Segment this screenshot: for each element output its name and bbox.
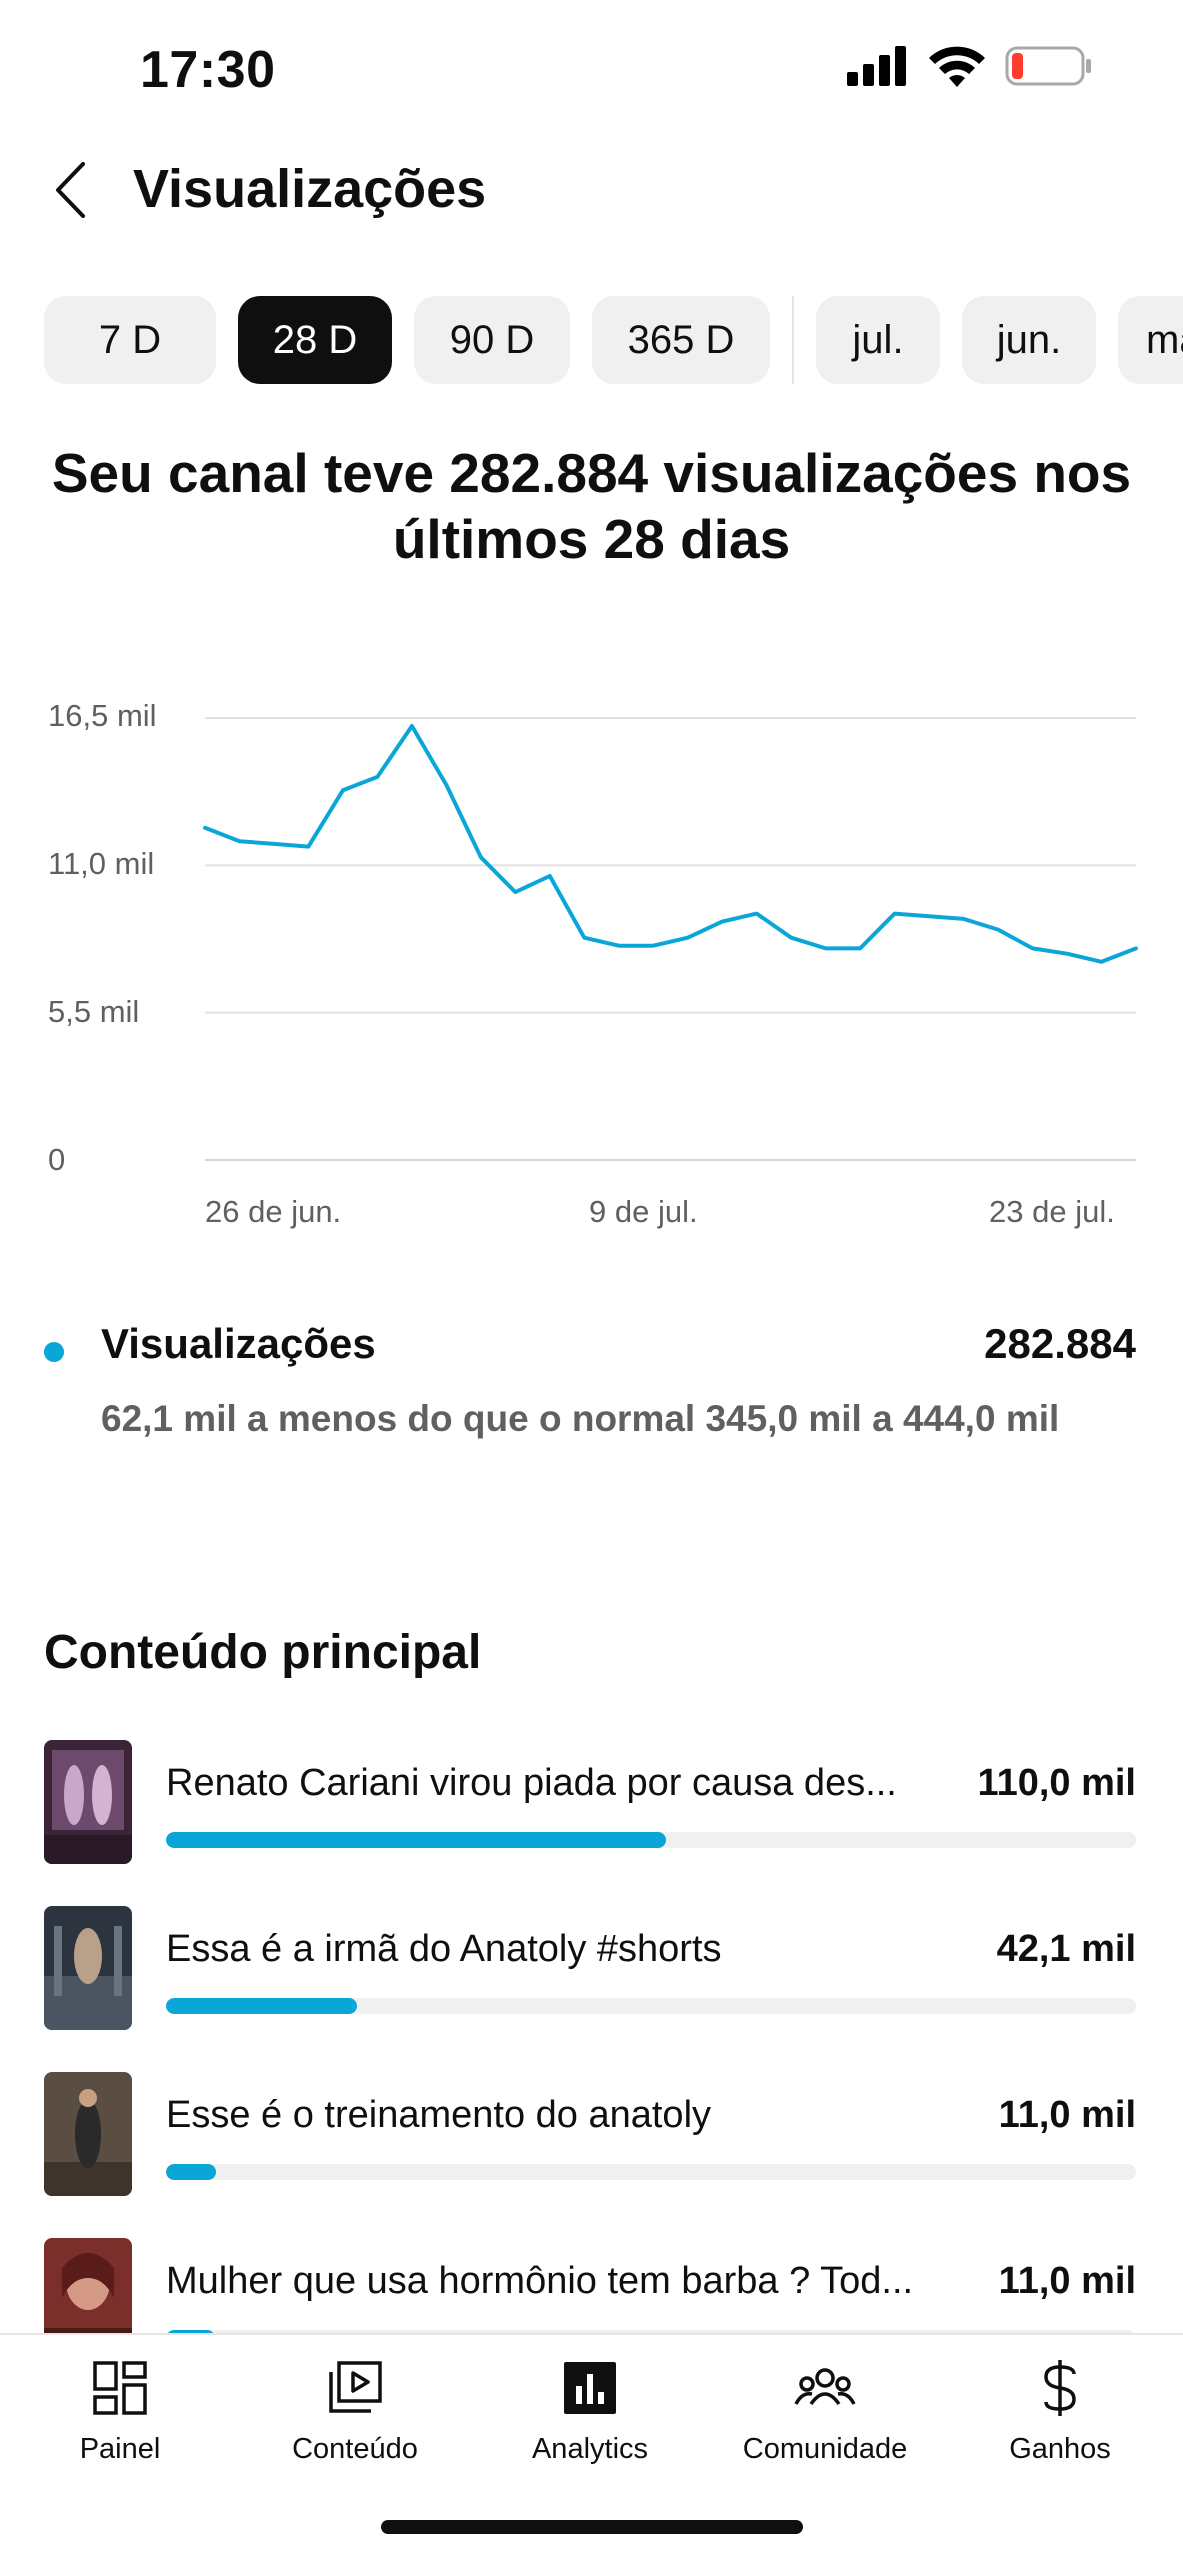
- back-button[interactable]: [40, 160, 100, 220]
- video-views: 11,0 mil: [998, 2260, 1136, 2302]
- nav-item-analytics[interactable]: Analytics: [472, 2353, 708, 2483]
- video-thumbnail: [44, 1906, 132, 2030]
- views-bar-fill: [166, 1832, 666, 1848]
- home-indicator: [381, 2520, 803, 2534]
- nav-label: Comunidade: [742, 2433, 908, 2465]
- header: Visualizações: [0, 140, 1183, 240]
- x-tick-label: 26 de jun.: [205, 1194, 342, 1229]
- views-bar-track: [166, 1832, 1136, 1848]
- cellular-signal-icon: [847, 46, 906, 86]
- content-icon: [327, 2353, 383, 2423]
- dashboard-icon: [92, 2353, 148, 2423]
- legend-series-name: Visualizações: [101, 1320, 376, 1367]
- video-title: Esse é o treinamento do anatoly: [166, 2094, 712, 2136]
- video-title: Essa é a irmã do Anatoly #shorts: [166, 1928, 722, 1970]
- views-bar-track: [166, 2164, 1136, 2180]
- chip-jul[interactable]: jul.: [816, 296, 940, 384]
- period-chips: 7 D 28 D 90 D 365 D jul. jun. mai: [44, 296, 1183, 384]
- chip-365d[interactable]: 365 D: [592, 296, 770, 384]
- nav-label: Analytics: [531, 2433, 649, 2465]
- list-item[interactable]: Esse é o treinamento do anatoly 11,0 mil: [44, 2072, 1136, 2196]
- video-title: Renato Cariani virou piada por causa des…: [166, 1762, 897, 1804]
- nav-label: Conteúdo: [292, 2433, 418, 2465]
- x-tick-label: 23 de jul.: [989, 1194, 1115, 1229]
- legend-comparison-note: 62,1 mil a menos do que o normal 345,0 m…: [101, 1398, 1060, 1439]
- views-bar-fill: [166, 2164, 217, 2180]
- chip-jun[interactable]: jun.: [962, 296, 1096, 384]
- chip-divider: [792, 296, 794, 384]
- status-icons: [847, 45, 1093, 87]
- series-line-views: [203, 724, 1138, 964]
- legend-dot: [44, 1342, 64, 1362]
- chart-canvas: [203, 717, 1138, 1161]
- community-icon: [794, 2353, 856, 2423]
- status-bar: 17:30: [0, 0, 1183, 140]
- list-item[interactable]: Essa é a irmã do Anatoly #shorts 42,1 mi…: [44, 1906, 1136, 2030]
- video-title: Mulher que usa hormônio tem barba ? Tod.…: [166, 2260, 914, 2302]
- chip-7d[interactable]: 7 D: [44, 296, 216, 384]
- legend-total-value: 282.884: [984, 1320, 1136, 1367]
- nav-item-conteudo[interactable]: Conteúdo: [237, 2353, 473, 2483]
- nav-item-comunidade[interactable]: Comunidade: [707, 2353, 943, 2483]
- video-views: 11,0 mil: [998, 2094, 1136, 2136]
- views-bar-fill: [166, 1998, 358, 2014]
- video-thumbnail: [44, 2072, 132, 2196]
- top-content-title: Conteúdo principal: [44, 1626, 482, 1679]
- battery-icon: [1005, 46, 1091, 86]
- y-tick-label: 16,5 mil: [48, 698, 157, 733]
- chip-90d[interactable]: 90 D: [414, 296, 570, 384]
- y-tick-label: 0: [48, 1142, 66, 1177]
- video-views: 110,0 mil: [977, 1762, 1136, 1804]
- nav-label: Ganhos: [1009, 2433, 1111, 2465]
- wifi-icon: [929, 46, 985, 87]
- y-tick-label: 11,0 mil: [48, 846, 155, 881]
- nav-item-painel[interactable]: Painel: [2, 2353, 238, 2483]
- video-views: 42,1 mil: [996, 1928, 1136, 1970]
- video-thumbnail: [44, 1740, 132, 1864]
- chip-mai[interactable]: mai: [1118, 296, 1183, 384]
- earnings-icon: [1040, 2353, 1080, 2423]
- status-time: 17:30: [140, 41, 276, 99]
- page-title: Visualizações: [133, 159, 487, 219]
- chip-28d[interactable]: 28 D: [238, 296, 392, 384]
- x-tick-label: 9 de jul.: [589, 1194, 698, 1229]
- list-item[interactable]: Renato Cariani virou piada por causa des…: [44, 1740, 1136, 1864]
- analytics-icon: [562, 2353, 618, 2423]
- views-bar-track: [166, 1998, 1136, 2014]
- views-summary: Seu canal teve 282.884 visualizações nos…: [51, 442, 1132, 570]
- chevron-left-icon: [56, 162, 85, 218]
- y-tick-label: 5,5 mil: [48, 994, 140, 1029]
- nav-label: Painel: [79, 2433, 161, 2465]
- views-line-chart: 16,5 mil 11,0 mil 5,5 mil 0 26 de jun. 9…: [0, 680, 1183, 1240]
- nav-item-ganhos[interactable]: Ganhos: [942, 2353, 1178, 2483]
